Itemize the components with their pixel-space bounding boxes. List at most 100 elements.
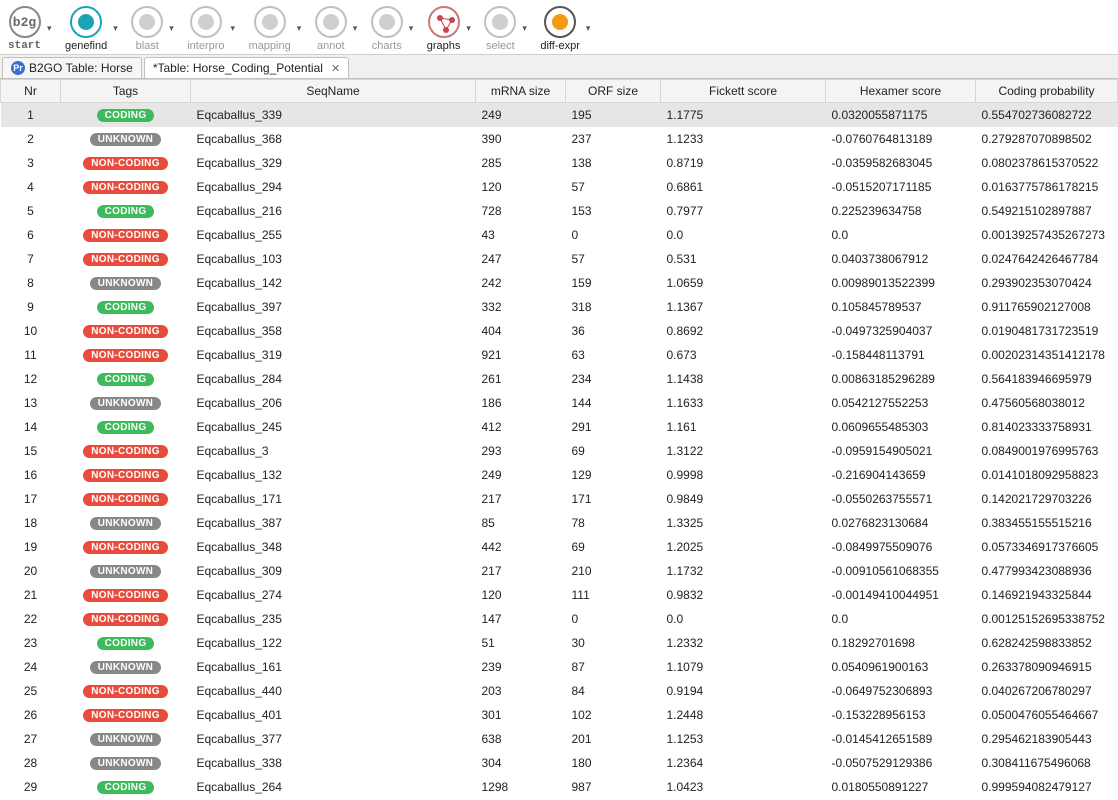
tab[interactable]: PrB2GO Table: Horse: [2, 57, 142, 78]
table-row[interactable]: 5CODINGEqcaballus_2167281530.79770.22523…: [1, 199, 1118, 223]
cell-nr: 23: [1, 631, 61, 655]
table-row[interactable]: 14CODINGEqcaballus_2454122911.1610.06096…: [1, 415, 1118, 439]
cell-fickett: 1.161: [661, 415, 826, 439]
cell-nr: 13: [1, 391, 61, 415]
toolbar-annot-dropdown[interactable]: ▾: [353, 23, 363, 34]
tag-badge: NON-CODING: [83, 229, 168, 242]
table-row[interactable]: 20UNKNOWNEqcaballus_3092172101.1732-0.00…: [1, 559, 1118, 583]
cell-orf: 237: [566, 127, 661, 151]
cell-mrna: 147: [476, 607, 566, 631]
cell-orf: 57: [566, 247, 661, 271]
table-row[interactable]: 12CODINGEqcaballus_2842612341.14380.0086…: [1, 367, 1118, 391]
cell-tags: NON-CODING: [61, 703, 191, 727]
cell-prob: 0.47560568038012: [976, 391, 1118, 415]
cell-tags: UNKNOWN: [61, 511, 191, 535]
cell-prob: 0.00125152695338752: [976, 607, 1118, 631]
close-icon[interactable]: ✕: [331, 62, 340, 75]
table-row[interactable]: 29CODINGEqcaballus_26412989871.04230.018…: [1, 775, 1118, 799]
column-header[interactable]: mRNA size: [476, 80, 566, 103]
table-row[interactable]: 10NON-CODINGEqcaballus_358404360.8692-0.…: [1, 319, 1118, 343]
table-row[interactable]: 22NON-CODINGEqcaballus_23514700.00.00.00…: [1, 607, 1118, 631]
toolbar-start-button[interactable]: b2gstart: [4, 4, 45, 52]
table-row[interactable]: 24UNKNOWNEqcaballus_161239871.10790.0540…: [1, 655, 1118, 679]
cell-orf: 111: [566, 583, 661, 607]
toolbar-charts-dropdown[interactable]: ▾: [409, 23, 419, 34]
toolbar-diff-expr-dropdown[interactable]: ▾: [586, 23, 596, 34]
toolbar-mapping-dropdown[interactable]: ▾: [297, 23, 307, 34]
column-header[interactable]: Fickett score: [661, 80, 826, 103]
cell-orf: 138: [566, 151, 661, 175]
toolbar-start-dropdown[interactable]: ▾: [47, 23, 57, 34]
toolbar-blast-dropdown[interactable]: ▾: [169, 23, 179, 34]
table-row[interactable]: 15NON-CODINGEqcaballus_3293691.3122-0.09…: [1, 439, 1118, 463]
table-row[interactable]: 2UNKNOWNEqcaballus_3683902371.1233-0.076…: [1, 127, 1118, 151]
column-header[interactable]: SeqName: [191, 80, 476, 103]
toolbar-diff-expr-button[interactable]: diff-expr: [536, 4, 584, 52]
table-row[interactable]: 23CODINGEqcaballus_12251301.23320.182927…: [1, 631, 1118, 655]
cell-seqname: Eqcaballus_284: [191, 367, 476, 391]
table-row[interactable]: 7NON-CODINGEqcaballus_103247570.5310.040…: [1, 247, 1118, 271]
column-header[interactable]: Tags: [61, 80, 191, 103]
cell-prob: 0.295462183905443: [976, 727, 1118, 751]
cell-nr: 3: [1, 151, 61, 175]
cell-prob: 0.814023333758931: [976, 415, 1118, 439]
cell-orf: 78: [566, 511, 661, 535]
table-row[interactable]: 13UNKNOWNEqcaballus_2061861441.16330.054…: [1, 391, 1118, 415]
cell-mrna: 304: [476, 751, 566, 775]
cell-prob: 0.279287070898502: [976, 127, 1118, 151]
toolbar-graphs-dropdown[interactable]: ▾: [466, 23, 476, 34]
cell-mrna: 120: [476, 583, 566, 607]
cell-orf: 129: [566, 463, 661, 487]
table-row[interactable]: 3NON-CODINGEqcaballus_3292851380.8719-0.…: [1, 151, 1118, 175]
toolbar-interpro-button: interpro: [183, 4, 228, 52]
cell-fickett: 1.2364: [661, 751, 826, 775]
table-row[interactable]: 27UNKNOWNEqcaballus_3776382011.1253-0.01…: [1, 727, 1118, 751]
tag-badge: UNKNOWN: [90, 277, 161, 290]
table-row[interactable]: 6NON-CODINGEqcaballus_2554300.00.00.0013…: [1, 223, 1118, 247]
cell-seqname: Eqcaballus_387: [191, 511, 476, 535]
tag-badge: NON-CODING: [83, 469, 168, 482]
cell-orf: 987: [566, 775, 661, 799]
toolbar-genefind-button[interactable]: genefind: [61, 4, 111, 52]
table-row[interactable]: 19NON-CODINGEqcaballus_348442691.2025-0.…: [1, 535, 1118, 559]
tab[interactable]: *Table: Horse_Coding_Potential✕: [144, 57, 349, 78]
cell-orf: 102: [566, 703, 661, 727]
table-row[interactable]: 9CODINGEqcaballus_3973323181.13670.10584…: [1, 295, 1118, 319]
cell-hexamer: -0.00910561068355: [826, 559, 976, 583]
table-row[interactable]: 1CODINGEqcaballus_3392491951.17750.03200…: [1, 103, 1118, 127]
toolbar-label: graphs: [427, 40, 461, 52]
table-row[interactable]: 4NON-CODINGEqcaballus_294120570.6861-0.0…: [1, 175, 1118, 199]
cell-seqname: Eqcaballus_264: [191, 775, 476, 799]
cell-mrna: 261: [476, 367, 566, 391]
column-header[interactable]: Hexamer score: [826, 80, 976, 103]
table-row[interactable]: 21NON-CODINGEqcaballus_2741201110.9832-0…: [1, 583, 1118, 607]
column-header[interactable]: Nr: [1, 80, 61, 103]
tag-badge: UNKNOWN: [90, 397, 161, 410]
table-row[interactable]: 26NON-CODINGEqcaballus_4013011021.2448-0…: [1, 703, 1118, 727]
table-row[interactable]: 11NON-CODINGEqcaballus_319921630.673-0.1…: [1, 343, 1118, 367]
cell-seqname: Eqcaballus_161: [191, 655, 476, 679]
toolbar-graphs-button[interactable]: graphs: [423, 4, 465, 52]
table-row[interactable]: 25NON-CODINGEqcaballus_440203840.9194-0.…: [1, 679, 1118, 703]
cell-hexamer: -0.0959154905021: [826, 439, 976, 463]
toolbar-select-dropdown[interactable]: ▾: [522, 23, 532, 34]
table-row[interactable]: 18UNKNOWNEqcaballus_38785781.33250.02768…: [1, 511, 1118, 535]
table-row[interactable]: 28UNKNOWNEqcaballus_3383041801.2364-0.05…: [1, 751, 1118, 775]
column-header[interactable]: Coding probability: [976, 80, 1118, 103]
tag-badge: NON-CODING: [83, 493, 168, 506]
cell-hexamer: 0.00989013522399: [826, 271, 976, 295]
table-row[interactable]: 17NON-CODINGEqcaballus_1712171710.9849-0…: [1, 487, 1118, 511]
cell-tags: NON-CODING: [61, 247, 191, 271]
toolbar-interpro-dropdown[interactable]: ▾: [231, 23, 241, 34]
toolbar-genefind-dropdown[interactable]: ▾: [113, 23, 123, 34]
cell-seqname: Eqcaballus_401: [191, 703, 476, 727]
cell-fickett: 0.673: [661, 343, 826, 367]
cell-tags: NON-CODING: [61, 583, 191, 607]
cell-nr: 28: [1, 751, 61, 775]
cell-nr: 14: [1, 415, 61, 439]
table-row[interactable]: 16NON-CODINGEqcaballus_1322491290.9998-0…: [1, 463, 1118, 487]
table-row[interactable]: 8UNKNOWNEqcaballus_1422421591.06590.0098…: [1, 271, 1118, 295]
column-header[interactable]: ORF size: [566, 80, 661, 103]
cell-hexamer: 0.0542127552253: [826, 391, 976, 415]
cell-nr: 25: [1, 679, 61, 703]
